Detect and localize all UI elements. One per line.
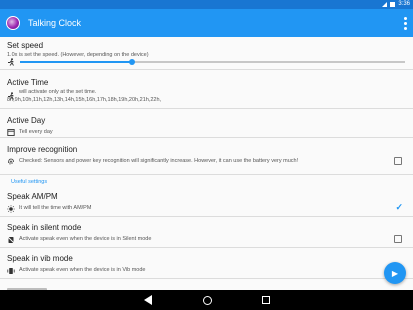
calendar-icon [6,127,15,136]
pref-summary: will activate only at the set time. [19,89,97,95]
back-button[interactable] [141,293,155,307]
pref-summary: Tell every day [19,129,53,135]
pref-summary: 1.0x is set the speed. (However, dependi… [7,52,149,58]
fingerprint-icon [6,157,15,166]
pref-speak-silent[interactable]: Speak in silent mode Activate speak even… [0,218,413,248]
home-icon [202,295,212,305]
pref-title: Speak AM/PM [7,192,58,201]
app-bar: Talking Clock [0,9,413,37]
app-logo-icon [6,16,20,30]
pref-title: Active Day [7,116,46,125]
speed-slider-fill [20,61,132,63]
vibrate-icon [6,266,15,275]
improve-recognition-checkbox[interactable] [394,157,402,165]
pref-speak-vib[interactable]: Speak in vib mode Activate speak even wh… [0,249,413,279]
pref-title: Improve recognition [7,145,78,154]
pref-active-time[interactable]: Active Time will activate only at the se… [0,71,413,109]
home-button[interactable] [200,293,214,307]
app-title: Talking Clock [28,18,82,28]
settings-list: Set speed 1.0x is set the speed. (Howeve… [0,37,413,290]
recents-button[interactable] [259,293,273,307]
signal-icon [382,1,388,7]
pref-active-hours: 8h,9h,10h,11h,12h,13h,14h,15h,16h,17h,18… [7,97,162,103]
pref-improve-recognition[interactable]: Improve recognition Checked: Sensors and… [0,139,413,175]
pref-summary: Activate speak even when the device is i… [19,267,146,273]
recents-icon [262,296,270,304]
runner-icon [6,57,15,66]
pref-title: Speak in vib mode [7,254,73,263]
status-time: 3:36 [398,1,410,7]
pref-speak-ampm[interactable]: Speak AM/PM It will tell the time with A… [0,188,413,217]
pref-title: Set speed [7,41,44,50]
pref-summary: Activate speak even when the device is i… [19,236,152,242]
sun-icon [6,204,15,213]
speak-ampm-check-icon[interactable]: ✓ [395,202,403,213]
overflow-menu-icon[interactable] [404,17,407,30]
pref-set-speed[interactable]: Set speed 1.0x is set the speed. (Howeve… [0,37,413,70]
pref-title: Speak in silent mode [7,223,82,232]
back-icon [144,295,152,305]
status-bar: 3:36 [0,0,413,9]
play-fab-button[interactable]: ▶ [384,262,406,284]
speak-silent-checkbox[interactable] [394,235,402,243]
pref-title: Active Time [7,78,49,87]
pref-active-day[interactable]: Active Day Tell every day [0,110,413,138]
pref-summary: It will tell the time with AM/PM [19,205,92,211]
system-nav-bar [0,290,413,310]
speed-slider-thumb[interactable] [128,59,135,65]
pref-next-partial[interactable] [0,280,413,290]
silent-icon [6,235,15,244]
speed-slider[interactable] [20,59,405,65]
battery-icon [390,1,396,7]
category-useful-settings: Useful settings [11,179,48,185]
pref-summary: Checked: Sensors and power key recogniti… [19,158,299,164]
